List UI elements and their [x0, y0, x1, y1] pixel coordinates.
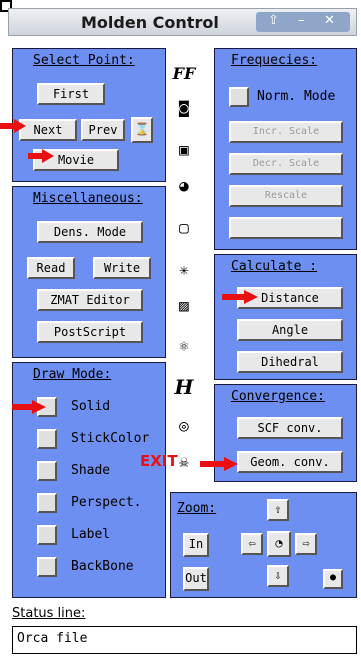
zoom-out-button[interactable]: Out — [183, 567, 209, 591]
frequencies-header: Frequecies: — [231, 53, 318, 68]
window-controls: ⇧ – ✕ — [256, 12, 350, 32]
zoom-panel: Zoom: In Out ⇧ ⇦ ◔ ⇨ ⇩ ● — [170, 492, 357, 598]
reset-view-icon[interactable]: ◔ — [267, 531, 291, 557]
prev-button[interactable]: Prev — [81, 119, 125, 141]
solid-arrow-icon — [12, 400, 46, 414]
write-button[interactable]: Write — [93, 257, 151, 279]
calculate-header: Calculate : — [231, 259, 318, 274]
dens-mode-button[interactable]: Dens. Mode — [37, 221, 143, 243]
box-icon[interactable]: ▢ — [171, 214, 197, 240]
surface-icon[interactable]: ▨ — [171, 292, 197, 318]
axes-icon[interactable]: ✳ — [171, 256, 197, 282]
close-icon[interactable]: ✕ — [324, 13, 335, 28]
shade-icon[interactable]: ⇧ — [268, 13, 279, 28]
zoom-in-button[interactable]: In — [183, 533, 209, 557]
orbital-icon[interactable]: ◎ — [171, 412, 197, 438]
label-label: Label — [71, 527, 111, 542]
molecule-icon[interactable]: ⚛ — [171, 332, 197, 358]
pan-right-icon[interactable]: ⇨ — [295, 533, 317, 555]
rescale-button[interactable]: Rescale — [229, 185, 343, 207]
miscellaneous-panel: Miscellaneous: Dens. Mode Read Write ZMA… — [12, 186, 166, 358]
exit-label: EXIT — [140, 452, 178, 470]
frequencies-panel: Frequecies: Norm. Mode Incr. Scale Decr.… — [214, 48, 357, 250]
status-line-field: Orca file — [12, 626, 357, 654]
norm-mode-checkbox[interactable] — [229, 87, 249, 107]
shade-checkbox[interactable] — [37, 461, 57, 481]
window-title: Molden Control — [81, 13, 219, 32]
perspective-checkbox[interactable] — [37, 493, 57, 513]
perspective-label: Perspect. — [71, 495, 142, 510]
incr-scale-button[interactable]: Incr. Scale — [229, 121, 343, 143]
pan-left-icon[interactable]: ⇦ — [241, 533, 263, 555]
label-checkbox[interactable] — [37, 525, 57, 545]
norm-mode-label: Norm. Mode — [257, 89, 336, 104]
stickcolor-label: StickColor — [71, 431, 150, 446]
printer-icon[interactable]: ▣ — [171, 136, 197, 162]
postscript-button[interactable]: PostScript — [37, 321, 143, 343]
backbone-label: BackBone — [71, 559, 134, 574]
geom-conv-button[interactable]: Geom. conv. — [237, 451, 343, 473]
hourglass-icon[interactable]: ⌛ — [131, 117, 153, 143]
next-arrow-icon — [0, 119, 26, 133]
scf-conv-button[interactable]: SCF conv. — [237, 417, 343, 439]
first-button[interactable]: First — [37, 83, 105, 105]
zmat-editor-button[interactable]: ZMAT Editor — [37, 289, 143, 311]
next-button[interactable]: Next — [19, 119, 77, 141]
shade-label: Shade — [71, 463, 111, 478]
draw-mode-header: Draw Mode: — [33, 367, 112, 382]
dihedral-button[interactable]: Dihedral — [237, 351, 343, 373]
select-point-header: Select Point: — [33, 53, 135, 68]
zoom-header: Zoom: — [177, 501, 217, 516]
distance-arrow-icon — [222, 290, 258, 304]
ff-tool[interactable]: FF — [171, 60, 197, 86]
movie-arrow-icon — [28, 149, 54, 163]
camera-icon[interactable]: ◙ — [171, 94, 197, 120]
pan-up-icon[interactable]: ⇧ — [267, 499, 289, 521]
center-dot-icon[interactable]: ● — [323, 569, 343, 589]
stickcolor-checkbox[interactable] — [37, 429, 57, 449]
convergence-header: Convergence: — [231, 389, 325, 404]
calculate-panel: Calculate : Distance Angle Dihedral — [214, 254, 357, 380]
draw-mode-panel: Draw Mode: Solid StickColor Shade Perspe… — [12, 362, 166, 598]
minimize-icon[interactable]: – — [298, 13, 305, 28]
blank-button[interactable] — [229, 217, 343, 239]
solid-label: Solid — [71, 399, 111, 414]
backbone-checkbox[interactable] — [37, 557, 57, 577]
pan-down-icon[interactable]: ⇩ — [267, 565, 289, 587]
decr-scale-button[interactable]: Decr. Scale — [229, 153, 343, 175]
geom-arrow-icon — [200, 457, 238, 471]
molden-control-window: Molden Control ⇧ – ✕ Select Point: First… — [0, 0, 361, 664]
status-line-header: Status line: — [12, 606, 86, 621]
hydrogen-tool[interactable]: H — [171, 374, 197, 400]
angle-button[interactable]: Angle — [237, 319, 343, 341]
shaded-sphere-icon[interactable]: ◕ — [171, 172, 197, 198]
title-bar: Molden Control ⇧ – ✕ — [8, 8, 357, 36]
miscellaneous-header: Miscellaneous: — [33, 191, 143, 206]
read-button[interactable]: Read — [27, 257, 75, 279]
